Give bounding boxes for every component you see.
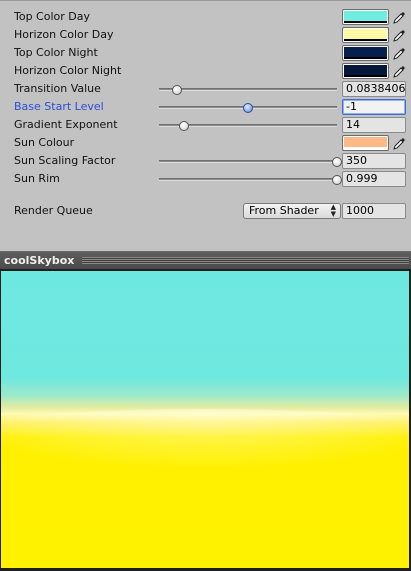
render-queue-dropdown-value: From Shader (249, 204, 319, 217)
slider-thumb[interactable] (171, 85, 182, 95)
sun-scaling-factor-field[interactable]: 350 (342, 153, 406, 169)
render-queue-dropdown[interactable]: From Shader ▲ ▼ (243, 203, 341, 219)
sun-scaling-factor-slider[interactable] (159, 157, 342, 167)
eyedropper-icon[interactable] (392, 45, 406, 61)
slider-thumb[interactable] (178, 121, 189, 131)
slider-thumb[interactable] (243, 103, 253, 113)
horizon-color-night-swatch[interactable] (342, 63, 389, 79)
base-start-level-label: Base Start Level (14, 100, 104, 113)
eyedropper-icon[interactable] (392, 9, 406, 25)
gradient-exponent-field[interactable]: 14 (342, 117, 406, 133)
eyedropper-icon[interactable] (392, 135, 406, 151)
top-color-night-swatch[interactable] (342, 45, 389, 61)
horizon-color-day-label: Horizon Color Day (14, 28, 114, 41)
skybox-preview[interactable] (1, 271, 409, 568)
sun-colour-label: Sun Colour (14, 136, 75, 149)
slider-thumb[interactable] (332, 175, 342, 185)
transition-value-label: Transition Value (14, 82, 101, 95)
horizon-color-day-swatch[interactable] (342, 27, 389, 43)
sun-rim-field[interactable]: 0.999 (342, 171, 406, 187)
transition-value-slider[interactable] (159, 85, 337, 95)
horizon-glow (1, 409, 409, 469)
gradient-exponent-label: Gradient Exponent (14, 118, 118, 131)
render-queue-field[interactable]: 1000 (342, 203, 406, 219)
base-start-level-slider[interactable] (159, 103, 337, 113)
slider-thumb[interactable] (332, 157, 342, 167)
up-down-arrows-icon: ▲ ▼ (330, 203, 336, 218)
top-color-night-label: Top Color Night (14, 46, 98, 59)
resize-grip-icon[interactable] (82, 257, 409, 264)
gradient-exponent-slider[interactable] (159, 121, 337, 131)
base-start-level-field[interactable]: -1 (342, 99, 406, 115)
preview-title: coolSkybox (4, 254, 75, 267)
sun-colour-swatch[interactable] (342, 135, 389, 151)
eyedropper-icon[interactable] (392, 63, 406, 79)
top-color-day-label: Top Color Day (14, 10, 90, 23)
eyedropper-icon[interactable] (392, 27, 406, 43)
sun-rim-label: Sun Rim (14, 172, 60, 185)
transition-value-field[interactable]: 0.0838406 (342, 81, 406, 97)
render-queue-label: Render Queue (14, 204, 93, 217)
sun-scaling-factor-label: Sun Scaling Factor (14, 154, 116, 167)
material-inspector: Top Color Day Horizon Color Day Top Colo… (0, 0, 411, 251)
horizon-color-night-label: Horizon Color Night (14, 64, 122, 77)
preview-header[interactable]: coolSkybox (0, 251, 411, 269)
top-color-day-swatch[interactable] (342, 9, 389, 25)
sun-rim-slider[interactable] (159, 175, 342, 185)
preview-frame (0, 269, 411, 571)
